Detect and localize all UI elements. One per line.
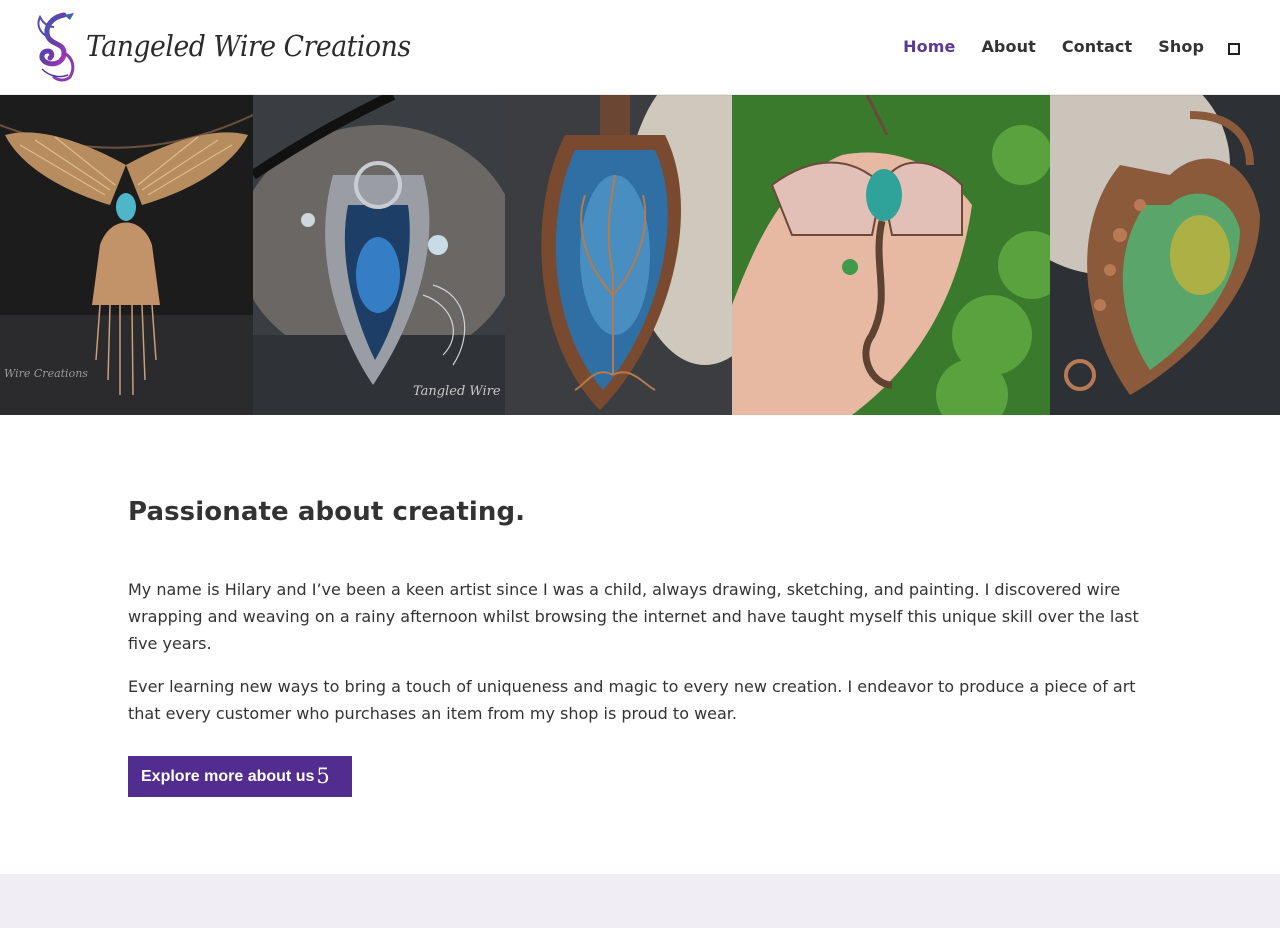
about-paragraph-2: Ever learning new ways to bring a touch …	[128, 677, 1136, 723]
watermark-1: Wire Creations	[4, 367, 88, 380]
dragon-logo-icon	[37, 12, 75, 82]
hero-tile-phoenix-pendant: Wire Creations	[0, 95, 253, 415]
about-paragraph-1: My name is Hilary and I’ve been a keen a…	[128, 580, 1139, 653]
site-header: Tangeled Wire Creations Home About Conta…	[0, 0, 1280, 95]
footer-band	[0, 874, 1280, 928]
about-heading: Passionate about creating.	[128, 497, 526, 527]
hero-tile-dragon-pendant	[732, 95, 1050, 415]
watermark-2: Tangled Wire	[413, 384, 501, 399]
arrow-right-icon: 5	[316, 764, 330, 788]
hero-collage: Wire Creations Tangled Wire	[0, 95, 1280, 415]
nav-contact[interactable]: Contact	[1062, 37, 1132, 56]
about-section: Passionate about creating. My name is Hi…	[0, 415, 1280, 874]
nav-shop[interactable]: Shop	[1158, 37, 1204, 56]
site-logo[interactable]: Tangeled Wire Creations	[34, 10, 411, 84]
brand-name: Tangeled Wire Creations	[86, 28, 411, 63]
cart-square-icon[interactable]	[1228, 43, 1240, 55]
main-nav: Home About Contact Shop	[877, 34, 1204, 58]
explore-about-label: Explore more about us	[141, 767, 315, 785]
hero-tile-copper-heart-pendant	[1050, 95, 1280, 415]
nav-home[interactable]: Home	[903, 37, 955, 56]
hero-tile-silver-pendant: Tangled Wire	[253, 95, 505, 415]
explore-about-button[interactable]: Explore more about us 5	[128, 756, 352, 797]
hero-tile-tree-of-life-pendant	[505, 95, 732, 415]
nav-about[interactable]: About	[981, 37, 1035, 56]
